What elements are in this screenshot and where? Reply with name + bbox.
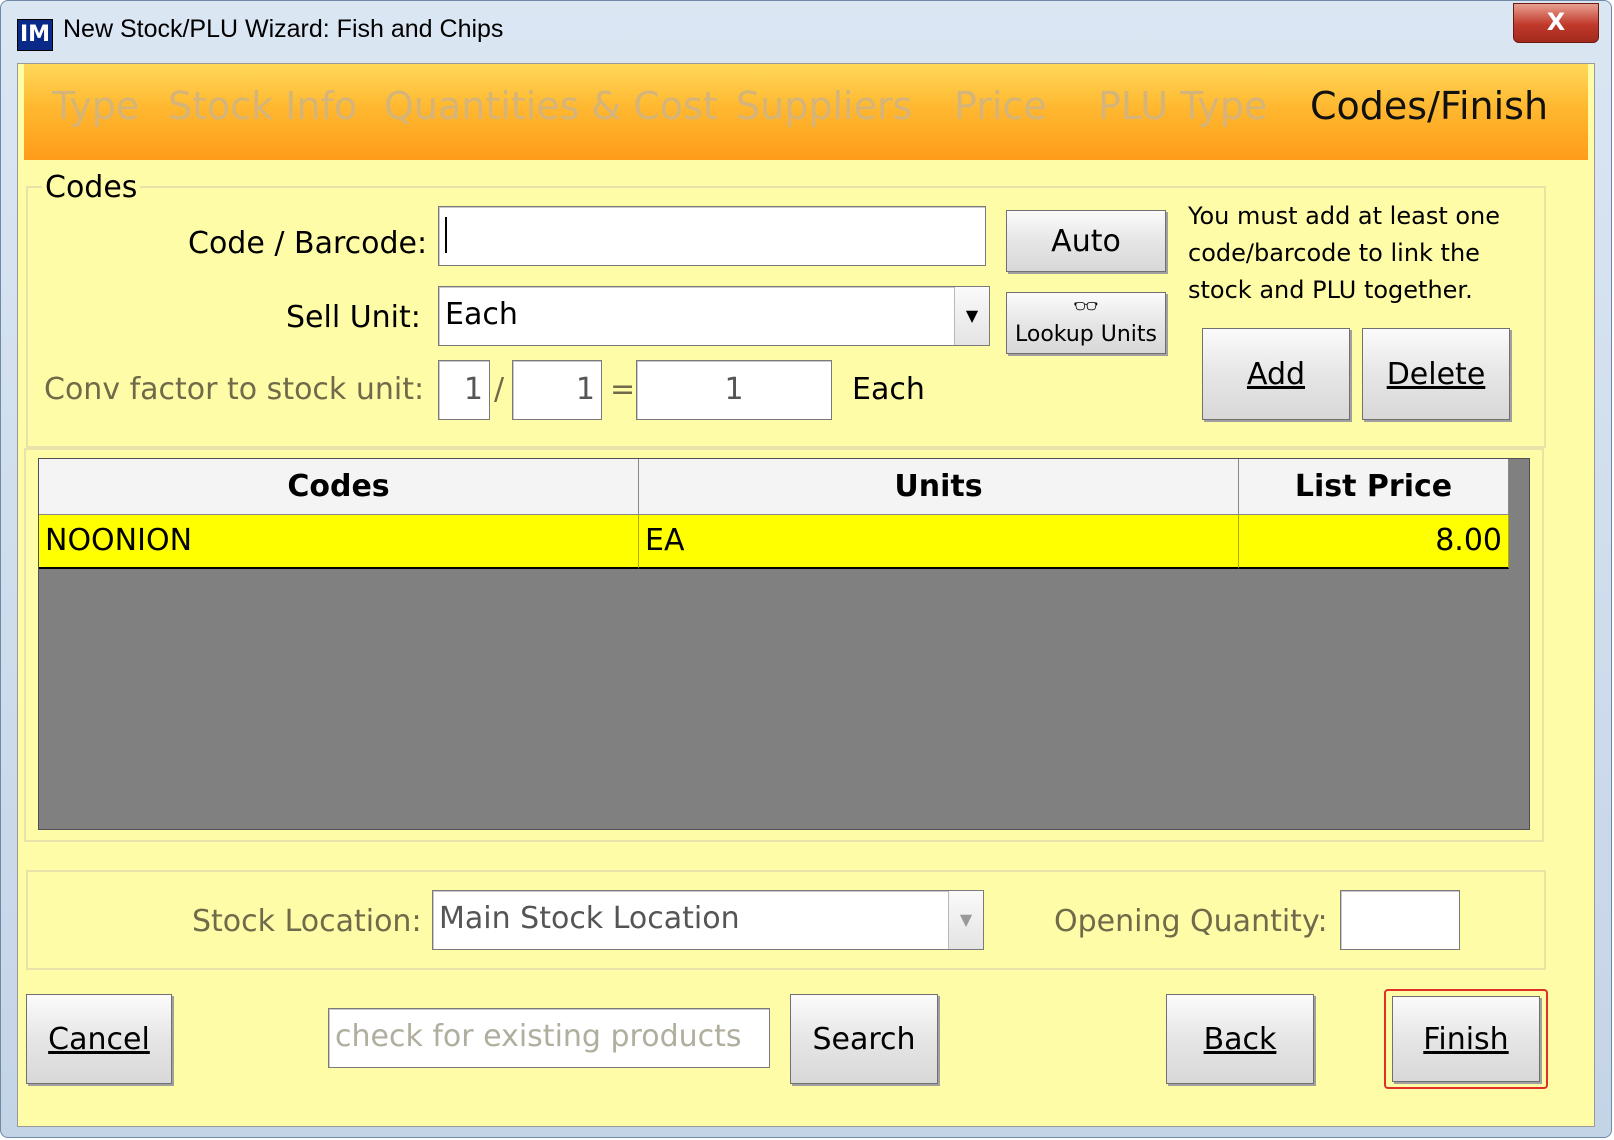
add-button[interactable]: Add — [1202, 328, 1350, 420]
conv-numerator-input[interactable]: 1 — [438, 360, 490, 420]
lookup-units-button[interactable]: 👓︎ Lookup Units — [1006, 292, 1166, 354]
text-caret — [445, 217, 447, 253]
step-codes-finish[interactable]: Codes/Finish — [1310, 84, 1548, 128]
glasses-icon: 👓︎ — [1073, 294, 1099, 318]
barcode-input[interactable] — [438, 206, 986, 266]
barcode-label: Code / Barcode: — [188, 226, 428, 261]
wizard-steps-bar: Type Stock Info Quantities & Cost Suppli… — [24, 64, 1588, 160]
codes-table[interactable]: Codes Units List Price NOONION EA 8.00 — [38, 458, 1530, 830]
codes-group-label: Codes — [42, 170, 141, 205]
chevron-down-icon[interactable]: ▼ — [954, 287, 989, 345]
codes-grid-frame: Codes Units List Price NOONION EA 8.00 — [24, 448, 1544, 842]
conv-factor-label: Conv factor to stock unit: — [44, 372, 425, 407]
step-stock-info[interactable]: Stock Info — [168, 84, 357, 128]
cancel-button[interactable]: Cancel — [26, 994, 172, 1084]
step-suppliers[interactable]: Suppliers — [736, 84, 912, 128]
window-title: New Stock/PLU Wizard: Fish and Chips — [63, 15, 504, 43]
table-cell-code[interactable]: NOONION — [39, 515, 639, 569]
back-button[interactable]: Back — [1166, 994, 1314, 1084]
add-code-hint: You must add at least one code/barcode t… — [1188, 202, 1501, 304]
lookup-units-label: Lookup Units — [1014, 322, 1157, 347]
step-quantities-cost[interactable]: Quantities & Cost — [384, 84, 718, 128]
sell-unit-label: Sell Unit: — [286, 300, 421, 335]
table-cell-price[interactable]: 8.00 — [1239, 515, 1509, 569]
step-type[interactable]: Type — [52, 84, 139, 128]
stock-location-label: Stock Location: — [192, 904, 422, 939]
conv-slash: / — [494, 372, 505, 407]
delete-button[interactable]: Delete — [1362, 328, 1510, 420]
conv-result-field: 1 — [636, 360, 832, 420]
column-header-units[interactable]: Units — [639, 459, 1239, 515]
title-bar: IM New Stock/PLU Wizard: Fish and Chips … — [1, 1, 1611, 63]
search-products-input[interactable]: check for existing products — [328, 1008, 770, 1068]
sell-unit-select[interactable]: Each ▼ — [438, 286, 990, 346]
stock-location-select[interactable]: Main Stock Location ▼ — [432, 890, 984, 950]
conv-unit-label: Each — [852, 372, 925, 407]
auto-button[interactable]: Auto — [1006, 210, 1166, 272]
chevron-down-icon[interactable]: ▼ — [948, 891, 983, 949]
close-button[interactable]: X — [1513, 3, 1599, 43]
step-plu-type[interactable]: PLU Type — [1098, 84, 1267, 128]
app-logo-icon: IM — [17, 19, 53, 51]
column-header-list-price[interactable]: List Price — [1239, 459, 1509, 515]
opening-quantity-input[interactable] — [1340, 890, 1460, 950]
table-cell-unit[interactable]: EA — [639, 515, 1239, 569]
column-header-codes[interactable]: Codes — [39, 459, 639, 515]
conv-denominator-input[interactable]: 1 — [512, 360, 602, 420]
step-price[interactable]: Price — [954, 84, 1047, 128]
opening-quantity-label: Opening Quantity: — [1054, 904, 1328, 939]
wizard-window: IM New Stock/PLU Wizard: Fish and Chips … — [0, 0, 1612, 1138]
finish-button[interactable]: Finish — [1392, 996, 1540, 1082]
search-button[interactable]: Search — [790, 994, 938, 1084]
wizard-client-area: Type Stock Info Quantities & Cost Suppli… — [17, 63, 1595, 1127]
conv-equals: = — [610, 372, 636, 407]
